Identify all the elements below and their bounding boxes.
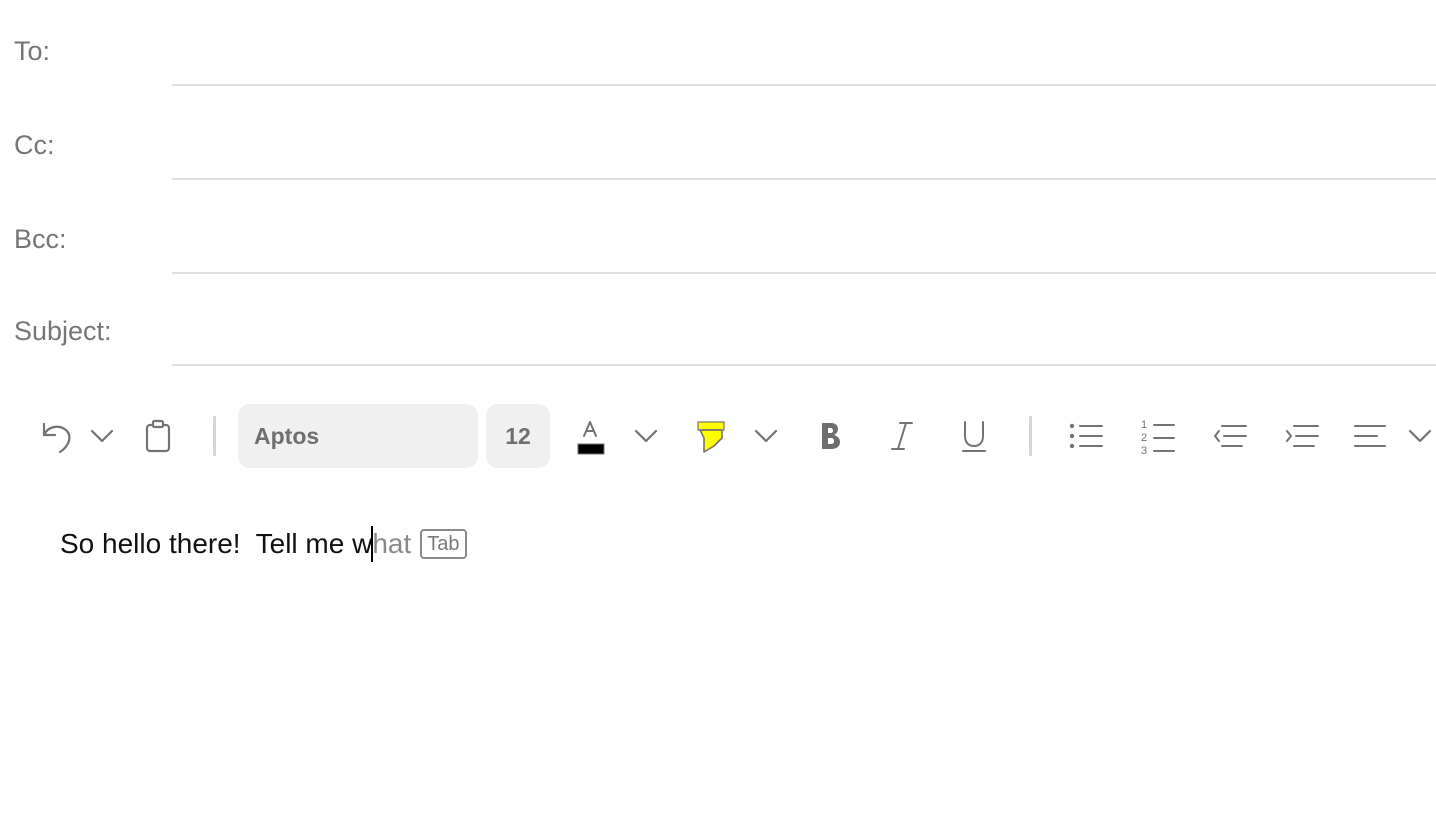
italic-button[interactable] bbox=[884, 416, 920, 456]
cc-row: Cc: bbox=[0, 94, 1436, 188]
subject-label: Subject: bbox=[14, 316, 112, 346]
numbered-list-icon: 1 2 3 bbox=[1140, 417, 1176, 455]
font-name-value: Aptos bbox=[254, 422, 320, 449]
clipboard-icon bbox=[144, 419, 172, 453]
highlighter-icon bbox=[694, 416, 726, 456]
chevron-down-icon bbox=[634, 429, 658, 443]
italic-icon bbox=[888, 420, 916, 452]
increase-indent-icon bbox=[1284, 421, 1320, 451]
cc-field[interactable] bbox=[172, 94, 1436, 180]
chevron-down-icon bbox=[754, 429, 778, 443]
font-size-value: 12 bbox=[505, 422, 531, 449]
highlight-dropdown[interactable] bbox=[752, 422, 780, 450]
undo-icon bbox=[38, 418, 74, 454]
to-label: To: bbox=[14, 36, 51, 66]
subject-row: Subject: bbox=[0, 282, 1436, 376]
font-size-select[interactable]: 12 bbox=[486, 404, 550, 468]
formatting-toolbar: Aptos 12 1 2 3 bbox=[0, 400, 1436, 472]
to-row: To: bbox=[0, 0, 1436, 94]
toolbar-separator bbox=[1029, 416, 1032, 456]
alignment-dropdown[interactable] bbox=[1406, 422, 1434, 450]
increase-indent-button[interactable] bbox=[1282, 416, 1322, 456]
body-typed-text: So hello there! Tell me w bbox=[60, 528, 373, 559]
underline-button[interactable] bbox=[956, 416, 992, 456]
font-color-dropdown[interactable] bbox=[632, 422, 660, 450]
to-field[interactable] bbox=[172, 0, 1436, 86]
message-body[interactable]: So hello there! Tell me w hat Tab bbox=[60, 520, 1400, 800]
svg-text:3: 3 bbox=[1141, 445, 1147, 455]
undo-dropdown[interactable] bbox=[88, 422, 116, 450]
font-color-icon bbox=[574, 416, 606, 456]
bcc-row: Bcc: bbox=[0, 188, 1436, 282]
bold-button[interactable] bbox=[812, 416, 848, 456]
font-name-select[interactable]: Aptos bbox=[238, 404, 478, 468]
bcc-field[interactable] bbox=[172, 188, 1436, 274]
bullet-list-button[interactable] bbox=[1066, 416, 1106, 456]
bcc-label: Bcc: bbox=[14, 224, 67, 254]
svg-text:2: 2 bbox=[1141, 432, 1147, 444]
bold-icon bbox=[817, 420, 843, 452]
undo-button[interactable] bbox=[36, 416, 76, 456]
toolbar-separator bbox=[213, 416, 216, 456]
tab-accept-hint[interactable]: Tab bbox=[420, 529, 467, 559]
svg-text:1: 1 bbox=[1141, 419, 1147, 431]
paste-button[interactable] bbox=[140, 416, 176, 456]
body-paragraph: So hello there! Tell me w hat Tab bbox=[60, 520, 1400, 568]
chevron-down-icon bbox=[1408, 429, 1432, 443]
chevron-down-icon bbox=[90, 429, 114, 443]
decrease-indent-icon bbox=[1212, 421, 1248, 451]
highlight-button[interactable] bbox=[692, 414, 728, 458]
numbered-list-button[interactable]: 1 2 3 bbox=[1138, 414, 1178, 458]
subject-field[interactable] bbox=[172, 282, 1436, 366]
underline-icon bbox=[960, 419, 988, 453]
inline-suggestion: hat bbox=[372, 528, 412, 559]
align-left-icon bbox=[1352, 421, 1388, 451]
cc-label: Cc: bbox=[14, 130, 55, 160]
decrease-indent-button[interactable] bbox=[1210, 416, 1250, 456]
bullet-list-icon bbox=[1068, 421, 1104, 451]
font-color-button[interactable] bbox=[572, 414, 608, 458]
align-left-button[interactable] bbox=[1350, 416, 1390, 456]
